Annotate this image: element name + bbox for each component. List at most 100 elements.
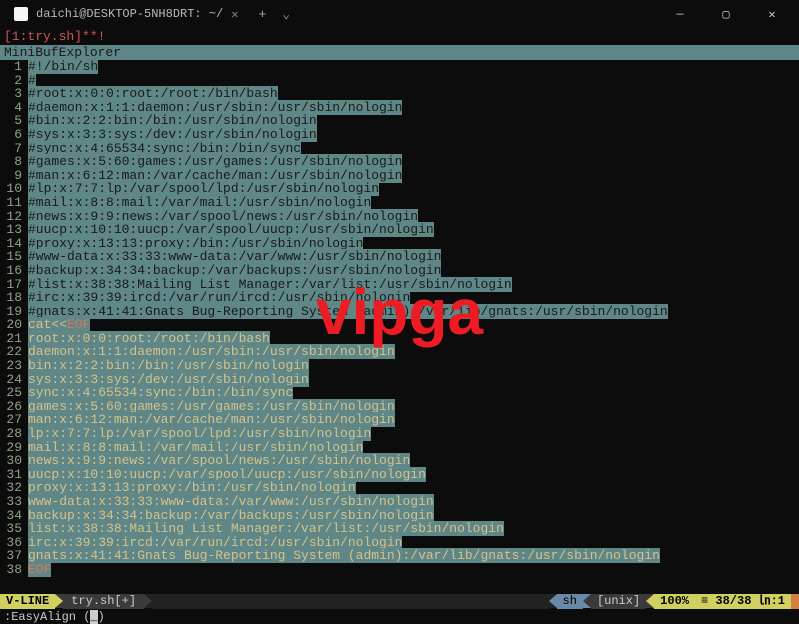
- editor-line[interactable]: 22daemon:x:1:1:daemon:/usr/sbin:/usr/sbi…: [0, 345, 799, 359]
- tab-title: daichi@DESKTOP-5NH8DRT: ~/: [36, 7, 223, 21]
- line-content: #gnats:x:41:41:Gnats Bug-Reporting Syste…: [28, 305, 799, 319]
- editor-line[interactable]: 10#lp:x:7:7:lp:/var/spool/lpd:/usr/sbin/…: [0, 182, 799, 196]
- line-content: mail:x:8:8:mail:/var/mail:/usr/sbin/nolo…: [28, 441, 799, 455]
- line-number: 30: [0, 454, 28, 468]
- line-content: daemon:x:1:1:daemon:/usr/sbin:/usr/sbin/…: [28, 345, 799, 359]
- line-number: 4: [0, 101, 28, 115]
- editor-line[interactable]: 20cat<<EOF: [0, 318, 799, 332]
- editor-line[interactable]: 3#root:x:0:0:root:/root:/bin/bash: [0, 87, 799, 101]
- editor-line[interactable]: 4#daemon:x:1:1:daemon:/usr/sbin:/usr/sbi…: [0, 101, 799, 115]
- line-number: 32: [0, 481, 28, 495]
- line-number: 37: [0, 549, 28, 563]
- line-content: #list:x:38:38:Mailing List Manager:/var/…: [28, 278, 799, 292]
- editor-line[interactable]: 9#man:x:6:12:man:/var/cache/man:/usr/sbi…: [0, 169, 799, 183]
- editor-line[interactable]: 5#bin:x:2:2:bin:/bin:/usr/sbin/nologin: [0, 114, 799, 128]
- line-number: 8: [0, 155, 28, 169]
- status-filename: try.sh[+]: [63, 594, 144, 609]
- editor-line[interactable]: 23bin:x:2:2:bin:/bin:/usr/sbin/nologin: [0, 359, 799, 373]
- line-number: 31: [0, 468, 28, 482]
- editor-line[interactable]: 1#!/bin/sh: [0, 60, 799, 74]
- editor-line[interactable]: 34backup:x:34:34:backup:/var/backups:/us…: [0, 509, 799, 523]
- line-number: 15: [0, 250, 28, 264]
- line-content: backup:x:34:34:backup:/var/backups:/usr/…: [28, 509, 799, 523]
- line-number: 26: [0, 400, 28, 414]
- line-content: uucp:x:10:10:uucp:/var/spool/uucp:/usr/s…: [28, 468, 799, 482]
- editor-line[interactable]: 37gnats:x:41:41:Gnats Bug-Reporting Syst…: [0, 549, 799, 563]
- editor-line[interactable]: 17#list:x:38:38:Mailing List Manager:/va…: [0, 278, 799, 292]
- line-content: #www-data:x:33:33:www-data:/var/www:/usr…: [28, 250, 799, 264]
- line-content: #daemon:x:1:1:daemon:/usr/sbin:/usr/sbin…: [28, 101, 799, 115]
- editor-line[interactable]: 38EOF: [0, 563, 799, 577]
- new-tab-button[interactable]: +: [248, 7, 276, 22]
- maximize-button[interactable]: ▢: [703, 0, 749, 28]
- editor-line[interactable]: 13#uucp:x:10:10:uucp:/var/spool/uucp:/us…: [0, 223, 799, 237]
- line-content: news:x:9:9:news:/var/spool/news:/usr/sbi…: [28, 454, 799, 468]
- editor-line[interactable]: 29mail:x:8:8:mail:/var/mail:/usr/sbin/no…: [0, 441, 799, 455]
- terminal-tab[interactable]: daichi@DESKTOP-5NH8DRT: ~/ ✕: [4, 0, 248, 28]
- line-number: 34: [0, 509, 28, 523]
- command-line[interactable]: :EasyAlign (_): [0, 609, 799, 624]
- line-number: 20: [0, 318, 28, 332]
- editor-line[interactable]: 33www-data:x:33:33:www-data:/var/www:/us…: [0, 495, 799, 509]
- line-content: #sync:x:4:65534:sync:/bin:/bin/sync: [28, 142, 799, 156]
- editor-line[interactable]: 2#: [0, 74, 799, 88]
- editor-line[interactable]: 11#mail:x:8:8:mail:/var/mail:/usr/sbin/n…: [0, 196, 799, 210]
- editor-line[interactable]: 36irc:x:39:39:ircd:/var/run/ircd:/usr/sb…: [0, 536, 799, 550]
- line-content: #mail:x:8:8:mail:/var/mail:/usr/sbin/nol…: [28, 196, 799, 210]
- minibuf-explorer-bar: MiniBufExplorer: [0, 45, 799, 60]
- editor-line[interactable]: 24sys:x:3:3:sys:/dev:/usr/sbin/nologin: [0, 373, 799, 387]
- editor-line[interactable]: 16#backup:x:34:34:backup:/var/backups:/u…: [0, 264, 799, 278]
- minimize-button[interactable]: —: [657, 0, 703, 28]
- editor-line[interactable]: 28lp:x:7:7:lp:/var/spool/lpd:/usr/sbin/n…: [0, 427, 799, 441]
- line-content: irc:x:39:39:ircd:/var/run/ircd:/usr/sbin…: [28, 536, 799, 550]
- cmdline-suffix: ): [98, 610, 105, 624]
- line-content: cat<<EOF: [28, 318, 799, 332]
- editor-area[interactable]: 1#!/bin/sh2#3#root:x:0:0:root:/root:/bin…: [0, 60, 799, 577]
- terminal-icon: [14, 7, 28, 21]
- separator-icon: [646, 594, 654, 608]
- line-content: EOF: [28, 563, 799, 577]
- status-encoding: [unix]: [591, 594, 646, 609]
- editor-line[interactable]: 15#www-data:x:33:33:www-data:/var/www:/u…: [0, 250, 799, 264]
- line-content: www-data:x:33:33:www-data:/var/www:/usr/…: [28, 495, 799, 509]
- editor-line[interactable]: 21root:x:0:0:root:/root:/bin/bash: [0, 332, 799, 346]
- status-position: ≡ 38/38 ㏑:1: [695, 594, 791, 609]
- editor-line[interactable]: 8#games:x:5:60:games:/usr/games:/usr/sbi…: [0, 155, 799, 169]
- line-content: gnats:x:41:41:Gnats Bug-Reporting System…: [28, 549, 799, 563]
- line-number: 28: [0, 427, 28, 441]
- line-number: 6: [0, 128, 28, 142]
- editor-line[interactable]: 7#sync:x:4:65534:sync:/bin:/bin/sync: [0, 142, 799, 156]
- line-content: list:x:38:38:Mailing List Manager:/var/l…: [28, 522, 799, 536]
- line-content: #!/bin/sh: [28, 60, 799, 74]
- close-button[interactable]: ✕: [749, 0, 795, 28]
- editor-line[interactable]: 14#proxy:x:13:13:proxy:/bin:/usr/sbin/no…: [0, 237, 799, 251]
- editor-line[interactable]: 30news:x:9:9:news:/var/spool/news:/usr/s…: [0, 454, 799, 468]
- line-content: #sys:x:3:3:sys:/dev:/usr/sbin/nologin: [28, 128, 799, 142]
- editor-line[interactable]: 25sync:x:4:65534:sync:/bin:/bin/sync: [0, 386, 799, 400]
- tab-dropdown-icon[interactable]: ⌄: [276, 7, 296, 22]
- editor-line[interactable]: 27man:x:6:12:man:/var/cache/man:/usr/sbi…: [0, 413, 799, 427]
- line-number: 33: [0, 495, 28, 509]
- editor-line[interactable]: 18#irc:x:39:39:ircd:/var/run/ircd:/usr/s…: [0, 291, 799, 305]
- status-warning: [791, 594, 799, 609]
- editor-line[interactable]: 31uucp:x:10:10:uucp:/var/spool/uucp:/usr…: [0, 468, 799, 482]
- line-content: #man:x:6:12:man:/var/cache/man:/usr/sbin…: [28, 169, 799, 183]
- terminal-content[interactable]: [1:try.sh]**! MiniBufExplorer 1#!/bin/sh…: [0, 28, 799, 594]
- editor-line[interactable]: 12#news:x:9:9:news:/var/spool/news:/usr/…: [0, 210, 799, 224]
- line-content: #uucp:x:10:10:uucp:/var/spool/uucp:/usr/…: [28, 223, 799, 237]
- buffer-line: [1:try.sh]**!: [0, 28, 799, 45]
- editor-line[interactable]: 26games:x:5:60:games:/usr/games:/usr/sbi…: [0, 400, 799, 414]
- editor-line[interactable]: 35list:x:38:38:Mailing List Manager:/var…: [0, 522, 799, 536]
- editor-line[interactable]: 32proxy:x:13:13:proxy:/bin:/usr/sbin/nol…: [0, 481, 799, 495]
- editor-line[interactable]: 19#gnats:x:41:41:Gnats Bug-Reporting Sys…: [0, 305, 799, 319]
- line-number: 14: [0, 237, 28, 251]
- line-content: games:x:5:60:games:/usr/games:/usr/sbin/…: [28, 400, 799, 414]
- line-content: lp:x:7:7:lp:/var/spool/lpd:/usr/sbin/nol…: [28, 427, 799, 441]
- line-content: #games:x:5:60:games:/usr/games:/usr/sbin…: [28, 155, 799, 169]
- line-content: root:x:0:0:root:/root:/bin/bash: [28, 332, 799, 346]
- tab-close-icon[interactable]: ✕: [231, 7, 238, 22]
- editor-line[interactable]: 6#sys:x:3:3:sys:/dev:/usr/sbin/nologin: [0, 128, 799, 142]
- line-number: 25: [0, 386, 28, 400]
- line-number: 35: [0, 522, 28, 536]
- line-content: #: [28, 74, 799, 88]
